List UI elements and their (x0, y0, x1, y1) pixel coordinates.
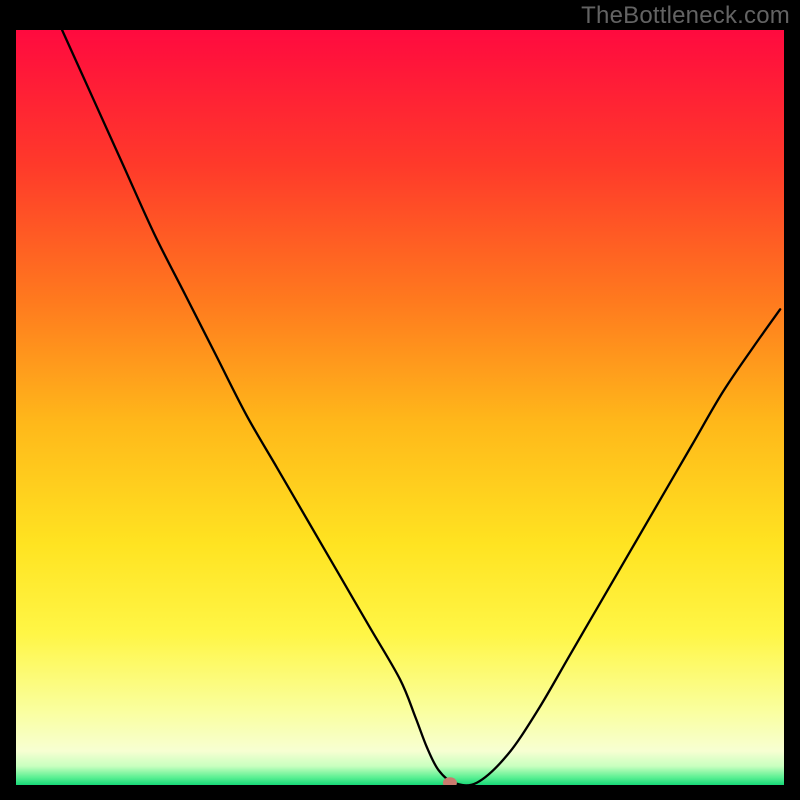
chart-container: TheBottleneck.com (0, 0, 800, 800)
plot-svg (16, 30, 784, 785)
gradient-background (16, 30, 784, 785)
watermark-text: TheBottleneck.com (581, 2, 790, 30)
plot-area (16, 30, 784, 785)
